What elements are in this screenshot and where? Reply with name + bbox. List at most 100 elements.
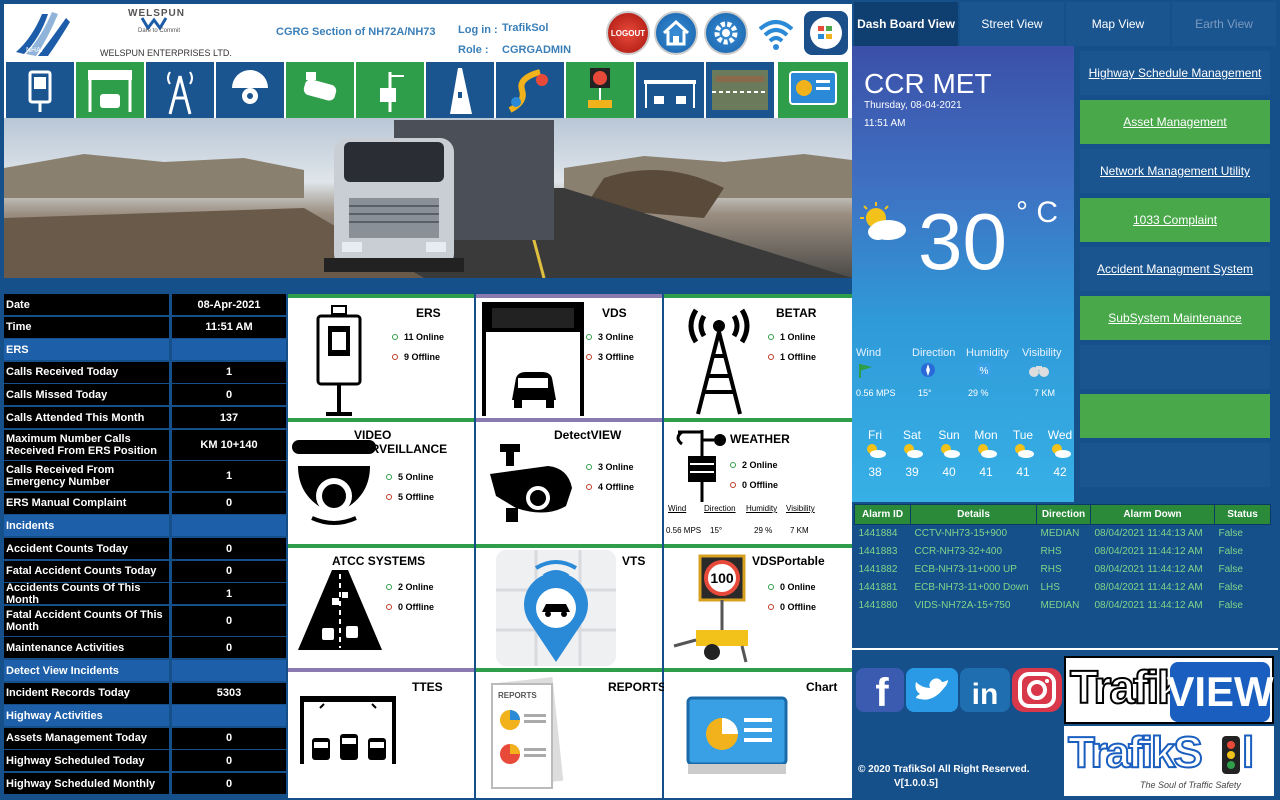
settings-button[interactable] bbox=[704, 11, 748, 55]
tile-vdsportable[interactable]: 100 VDSPortable 0 Online 0 Offline bbox=[664, 548, 850, 668]
logout-button[interactable]: LOGOUT bbox=[606, 11, 650, 55]
offline-count: 0 Offline bbox=[386, 602, 434, 612]
alarm-row[interactable]: 1441881 ECB-NH73-11+000 Down LHS 08/04/2021… bbox=[855, 579, 1271, 597]
tab-map-view[interactable]: Map View bbox=[1066, 2, 1170, 46]
tab-earth-view[interactable]: Earth View bbox=[1172, 2, 1276, 46]
tile-title: VDS bbox=[602, 306, 627, 320]
map-route-icon bbox=[508, 69, 548, 113]
instagram-icon[interactable] bbox=[1010, 666, 1064, 714]
tile-ers[interactable]: ERS 11 Online 9 Offline bbox=[288, 298, 474, 418]
weather-module-button[interactable] bbox=[356, 62, 424, 118]
nav-button[interactable] bbox=[1080, 443, 1270, 487]
wifi-button[interactable] bbox=[754, 11, 798, 55]
twitter-icon[interactable] bbox=[904, 666, 960, 714]
stats-label: Time bbox=[4, 316, 172, 338]
vts-module-button[interactable] bbox=[496, 62, 564, 118]
bullet-camera-icon bbox=[490, 444, 572, 522]
tab-dashboard-view[interactable]: Dash Board View bbox=[854, 2, 958, 46]
nav-button[interactable]: Network Management Utility bbox=[1080, 149, 1270, 193]
stats-row: Time 11:51 AM bbox=[4, 316, 286, 338]
nav-button[interactable] bbox=[1080, 345, 1270, 389]
tile-atcc[interactable]: ATCC SYSTEMS 2 Online 0 Offline bbox=[288, 548, 474, 668]
partly-sunny-icon bbox=[1052, 444, 1071, 458]
forecast-day-label: Wed bbox=[1047, 428, 1073, 442]
alarm-cell: False bbox=[1218, 582, 1243, 593]
online-dot-icon bbox=[586, 464, 592, 470]
stats-value: 0 bbox=[172, 637, 286, 659]
ttes-module-button[interactable] bbox=[636, 62, 704, 118]
weather-direction-value: 15° bbox=[710, 526, 723, 535]
stats-row: Detect View Incidents bbox=[4, 660, 286, 681]
chart-module-button[interactable] bbox=[778, 62, 848, 118]
stats-label: Calls Received Today bbox=[4, 361, 172, 383]
ers-module-button[interactable] bbox=[6, 62, 74, 118]
alarm-row[interactable]: 1441884 CCTV-NH73-15+900 MEDIAN 08/04/2021 … bbox=[855, 525, 1271, 543]
dome-camera-icon bbox=[232, 70, 268, 104]
forecast-day-label: Mon bbox=[974, 428, 998, 442]
weather-unit: ° C bbox=[1016, 196, 1058, 229]
online-dot-icon bbox=[586, 334, 592, 340]
cctv-view-module-button[interactable] bbox=[706, 62, 774, 118]
stats-label: Highway Activities bbox=[4, 705, 172, 727]
tile-video-surveillance[interactable]: VIDEO SURVEILLANCE 5 Online 5 Offline bbox=[288, 422, 474, 542]
tile-vds[interactable]: VDS 3 Online 3 Offline bbox=[476, 298, 662, 418]
betar-module-button[interactable] bbox=[146, 62, 214, 118]
linkedin-icon[interactable]: in bbox=[958, 666, 1012, 714]
forecast-day-label: Tue bbox=[1012, 428, 1034, 442]
nav-button[interactable]: Asset Management bbox=[1080, 100, 1270, 144]
offline-dot-icon bbox=[586, 354, 592, 360]
tile-title: TTES bbox=[412, 680, 443, 694]
road-photo-icon bbox=[712, 70, 768, 110]
stats-label: Assets Management Today bbox=[4, 727, 172, 749]
alarm-cell: False bbox=[1218, 600, 1243, 611]
offline-count: 0 Offline bbox=[730, 480, 778, 490]
nav-button[interactable] bbox=[1080, 394, 1270, 438]
tile-vts[interactable]: VTS bbox=[476, 548, 662, 668]
stats-value: 0 bbox=[172, 727, 286, 749]
emergency-phone-icon bbox=[316, 305, 362, 416]
reports-document-icon: REPORTS bbox=[491, 677, 564, 789]
atcc-module-button[interactable] bbox=[426, 62, 494, 118]
home-icon bbox=[662, 19, 690, 46]
svg-text:100: 100 bbox=[710, 570, 734, 586]
forecast-day: Tue 41 bbox=[1006, 428, 1040, 479]
tile-betar[interactable]: BETAR 1 Online 1 Offline bbox=[664, 298, 850, 418]
dome-camera-module-button[interactable] bbox=[216, 62, 284, 118]
online-count: 0 Online bbox=[768, 582, 816, 592]
stats-value bbox=[172, 515, 286, 537]
tile-subtitle: SURVEILLANCE bbox=[354, 442, 448, 456]
portable-speed-sign-icon: 100 bbox=[673, 554, 748, 663]
home-button[interactable] bbox=[654, 11, 698, 55]
alarm-row[interactable]: 1441882 ECB-NH73-11+000 UP RHS 08/04/2021 1… bbox=[855, 561, 1271, 579]
tile-title: VTS bbox=[622, 554, 646, 568]
tile-detectview[interactable]: DetectVIEW 3 Online 4 Offline bbox=[476, 422, 662, 542]
alarm-cell: 1441883 bbox=[858, 546, 898, 557]
alarm-row[interactable]: 1441883 CCR-NH73-32+400 RHS 08/04/2021 11:4… bbox=[855, 543, 1271, 561]
stats-value: 0 bbox=[172, 384, 286, 406]
vds-gantry-icon bbox=[88, 70, 132, 112]
vds-module-button[interactable] bbox=[76, 62, 144, 118]
alarm-cell: 08/04/2021 11:44:12 AM bbox=[1094, 582, 1203, 593]
nav-button[interactable]: Highway Schedule Management bbox=[1080, 51, 1270, 95]
nav-button[interactable]: Accident Managment System bbox=[1080, 247, 1270, 291]
nav-button[interactable]: SubSystem Maintenance bbox=[1080, 296, 1270, 340]
binoculars-icon bbox=[1029, 366, 1049, 377]
offline-count: 0 Offline bbox=[768, 602, 816, 612]
tile-weather[interactable]: WEATHER 2 Online 0 Offline Wind Directio… bbox=[664, 422, 850, 542]
tile-reports[interactable]: REPORTS REPORTS bbox=[476, 672, 666, 798]
tile-chart[interactable]: Chart bbox=[664, 672, 850, 798]
nav-button[interactable]: 1033 Complaint bbox=[1080, 198, 1270, 242]
vdsportable-module-button[interactable] bbox=[566, 62, 634, 118]
detect-module-button[interactable] bbox=[286, 62, 354, 118]
tile-ttes[interactable]: TTES bbox=[288, 672, 474, 798]
forecast-day-label: Sun bbox=[938, 428, 960, 442]
alarm-cell: False bbox=[1218, 528, 1243, 540]
alarm-row[interactable]: 1441880 VIDS-NH72A-15+750 MEDIAN 08/04/2021… bbox=[855, 597, 1271, 615]
online-dot-icon bbox=[386, 584, 392, 590]
tab-street-view[interactable]: Street View bbox=[960, 2, 1064, 46]
apps-button[interactable] bbox=[804, 11, 848, 55]
stats-row: ERS bbox=[4, 339, 286, 361]
facebook-icon[interactable]: f bbox=[854, 666, 906, 714]
forecast-day-label: Sat bbox=[902, 428, 921, 442]
login-label: Log in : bbox=[458, 24, 498, 36]
